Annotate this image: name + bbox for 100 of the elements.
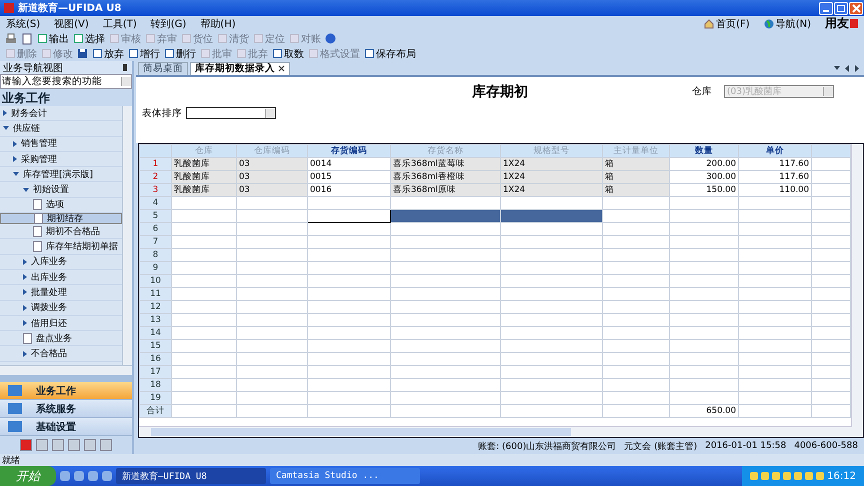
toolbar-icon[interactable] [36,439,48,451]
menu-item[interactable]: 工具(T) [102,16,137,30]
search-field[interactable]: 请输入您要搜索的功能 [0,74,132,89]
toolbar-button[interactable]: 取数 [272,46,304,60]
module-button[interactable]: 系统服务 [0,400,132,418]
table-cell [236,261,308,274]
toolbar-button[interactable]: 增行 [128,46,160,60]
document-icon [73,33,84,44]
minimize-button[interactable] [819,2,833,14]
toolbar-button[interactable]: 选择 [73,32,105,46]
table-cell [236,222,308,236]
triangle-icon[interactable] [3,126,9,130]
splitter-handle[interactable] [0,375,132,382]
close-icon [852,4,860,12]
start-button[interactable]: 开始 [0,466,56,486]
table-cell: 117.60 [738,157,812,170]
field-label: 仓库 [692,84,712,98]
document-icon [21,32,33,44]
tab-scroll-icon[interactable] [834,64,860,72]
account-info: 账套: (600)山东洪福商贸有限公司 [478,440,616,453]
save-button[interactable] [77,46,88,60]
document-icon [109,33,120,44]
triangle-icon[interactable] [23,258,27,265]
module-icon [8,421,22,432]
triangle-icon[interactable] [13,140,17,147]
tree-item[interactable]: 库存年结期初单据 [0,239,122,255]
toolbar-button[interactable]: 输出 [37,32,69,46]
triangle-icon[interactable] [13,172,19,176]
menu-item[interactable]: 视图(V) [54,16,89,30]
toolbar-icon[interactable] [52,439,64,451]
column-header[interactable]: 单价 [738,144,812,158]
scrollbar[interactable] [0,365,132,375]
document-icon [364,48,375,59]
table-cell [602,209,670,222]
tree-item[interactable]: 期初结存 [0,213,122,224]
toolbar-button[interactable]: 保存布局 [364,46,416,60]
menu-item[interactable]: 帮助(H) [200,16,236,30]
preview-button[interactable] [21,32,33,46]
taskbar-button[interactable]: 新道教育—UFIDA U8 [116,468,266,484]
sort-dropdown[interactable] [186,107,276,120]
triangle-icon[interactable] [23,304,27,311]
close-icon[interactable] [278,65,285,72]
table-cell: 0014 [308,157,390,170]
help-button[interactable] [325,32,336,46]
print-button[interactable] [5,32,17,46]
table-cell [602,274,670,288]
toolbar-button[interactable]: 删行 [164,46,196,60]
row-number: 7 [140,235,172,248]
table-cell [236,300,308,314]
module-button[interactable]: 业务工作 [0,382,132,400]
restore-button[interactable] [834,2,848,14]
module-button[interactable]: 基础设置 [0,418,132,436]
document-icon [128,48,139,59]
triangle-icon[interactable] [23,289,27,296]
table-cell [172,378,236,392]
triangle-icon[interactable] [23,350,27,357]
menu-item[interactable]: 转到(G) [150,16,186,30]
menu-item[interactable]: 系统(S) [6,16,40,30]
triangle-icon[interactable] [3,110,7,116]
scrollbar[interactable] [851,144,863,428]
table-cell: 300.00 [670,170,738,184]
row-number: 10 [140,274,172,288]
column-header[interactable]: 数量 [670,144,738,158]
tree-item[interactable]: 盘点业务 [0,331,122,346]
column-header[interactable]: 存货编码 [308,144,390,158]
triangle-icon[interactable] [23,188,29,192]
triangle-icon[interactable] [23,320,27,326]
document-icon [289,33,300,44]
tab[interactable]: 简易桌面 [138,62,188,75]
table-cell [602,378,670,392]
toolbar-icon[interactable] [84,439,96,451]
scrollbar[interactable] [139,426,863,438]
scrollbar[interactable] [122,106,132,365]
tab[interactable]: 库存期初数据录入 [190,62,290,75]
table-cell [670,352,738,366]
table-cell: 乳酸菌库 [172,183,236,196]
tree-item[interactable]: 期初不合格品 [0,224,122,240]
form-title: 库存期初 [472,82,528,101]
user-info: 元文会 (账套主管) [624,440,698,453]
navigation-link[interactable]: 导航(N) [764,16,811,30]
row-number: 12 [140,300,172,314]
table-cell [602,365,670,378]
taskbar-button[interactable]: Camtasia Studio ... [270,468,420,484]
triangle-icon[interactable] [13,156,17,162]
document-icon [164,48,175,59]
table-cell: 150.00 [670,183,738,196]
table-cell [236,287,308,300]
table-cell [172,326,236,340]
row-number: 17 [140,365,172,378]
toolbar-button[interactable]: 放弃 [92,46,124,60]
toolbar-icon[interactable] [100,439,112,451]
close-button[interactable] [849,2,863,14]
table-cell: 110.00 [738,183,812,196]
document-icon [145,33,156,44]
table-cell [602,248,670,262]
toolbar-icon[interactable] [68,439,80,451]
triangle-icon[interactable] [23,274,27,280]
total-label: 合计 [140,404,172,418]
home-link[interactable]: 首页(F) [704,16,750,30]
table-cell [172,196,236,210]
